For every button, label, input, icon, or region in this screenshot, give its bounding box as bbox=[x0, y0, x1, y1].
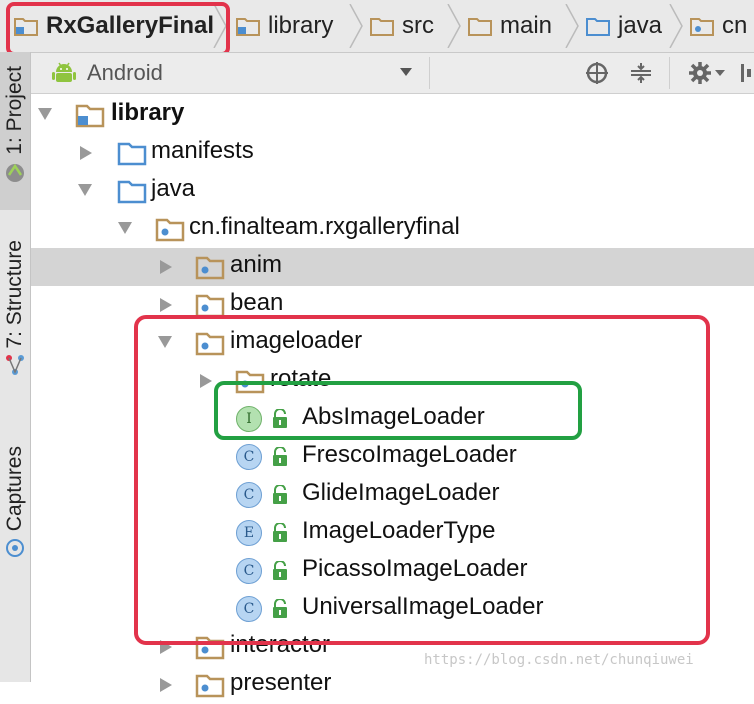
breadcrumb-label: cn bbox=[722, 12, 748, 39]
breadcrumb-separator bbox=[669, 4, 683, 48]
tab-project[interactable]: 1: Project bbox=[0, 52, 30, 210]
tree-item-label: manifests bbox=[151, 137, 254, 164]
tree-item-label: cn.finalteam.rxgalleryfinal bbox=[189, 213, 460, 240]
android-icon bbox=[52, 62, 76, 82]
folder-icon bbox=[370, 18, 394, 36]
breadcrumb-item-java[interactable]: java bbox=[586, 0, 662, 52]
view-selector-label: Android bbox=[87, 60, 163, 85]
view-selector[interactable]: Android bbox=[51, 57, 163, 89]
breadcrumb-separator bbox=[565, 4, 579, 48]
tree-item-anim[interactable]: anim bbox=[31, 248, 754, 286]
folder-icon bbox=[468, 18, 492, 36]
breadcrumb: RxGalleryFinal library src main java cn bbox=[0, 0, 754, 53]
scroll-from-source-icon[interactable] bbox=[585, 61, 609, 85]
tree-item-java[interactable]: java bbox=[31, 172, 754, 210]
captures-icon bbox=[6, 539, 24, 558]
tree-item-label: anim bbox=[230, 251, 283, 278]
chevron-down-icon[interactable] bbox=[399, 67, 413, 77]
tab-structure[interactable]: 7: Structure bbox=[0, 230, 30, 410]
breadcrumb-separator bbox=[349, 4, 363, 48]
source-folder-icon bbox=[117, 180, 147, 204]
tab-label: 1: Project bbox=[3, 66, 26, 155]
tab-label: Captures bbox=[3, 446, 26, 532]
tree-item-label: java bbox=[151, 175, 196, 202]
tree-item-label: library bbox=[111, 99, 185, 126]
breadcrumb-item-library[interactable]: library bbox=[236, 0, 333, 52]
tree-item-library[interactable]: library bbox=[31, 96, 754, 134]
expand-arrow-open-icon[interactable] bbox=[37, 107, 53, 121]
breadcrumb-label: java bbox=[618, 12, 663, 39]
module-folder-icon bbox=[75, 104, 105, 128]
breadcrumb-separator bbox=[447, 4, 461, 48]
source-folder-icon bbox=[586, 18, 610, 36]
header-divider bbox=[669, 57, 670, 89]
breadcrumb-item-main[interactable]: main bbox=[468, 0, 552, 52]
structure-icon bbox=[6, 354, 24, 375]
tab-captures[interactable]: Captures bbox=[0, 436, 30, 596]
collapse-all-icon[interactable] bbox=[629, 61, 653, 85]
expand-arrow-closed-icon[interactable] bbox=[159, 677, 173, 693]
project-view-header: Android bbox=[31, 53, 754, 94]
source-folder-icon bbox=[117, 142, 147, 166]
expand-arrow-open-icon[interactable] bbox=[117, 221, 133, 235]
breadcrumb-label: library bbox=[268, 12, 334, 39]
annotation-box-red bbox=[134, 315, 710, 645]
module-folder-icon bbox=[236, 18, 260, 36]
tree-item-presenter[interactable]: presenter bbox=[31, 666, 754, 704]
hide-icon[interactable] bbox=[739, 62, 753, 84]
breadcrumb-label: src bbox=[402, 12, 434, 39]
header-divider bbox=[429, 57, 430, 89]
tree-item-label: bean bbox=[230, 289, 284, 316]
package-icon bbox=[195, 256, 225, 280]
package-icon bbox=[690, 18, 714, 36]
settings-icon[interactable] bbox=[687, 60, 727, 86]
annotation-box-green bbox=[214, 381, 582, 440]
breadcrumb-item-src[interactable]: src bbox=[370, 0, 434, 52]
tree-item-manifests[interactable]: manifests bbox=[31, 134, 754, 172]
android-icon bbox=[6, 163, 24, 182]
annotation-box-red bbox=[6, 2, 230, 52]
tree-item-package-root[interactable]: cn.finalteam.rxgalleryfinal bbox=[31, 210, 754, 248]
watermark: https://blog.csdn.net/chunqiuwei bbox=[424, 652, 694, 668]
expand-arrow-closed-icon[interactable] bbox=[159, 259, 173, 275]
expand-arrow-closed-icon[interactable] bbox=[159, 297, 173, 313]
package-icon bbox=[155, 218, 185, 242]
breadcrumb-item-cn[interactable]: cn bbox=[690, 0, 747, 52]
breadcrumb-label: main bbox=[500, 12, 553, 39]
expand-arrow-closed-icon[interactable] bbox=[79, 145, 93, 161]
tab-label: 7: Structure bbox=[3, 240, 26, 349]
expand-arrow-open-icon[interactable] bbox=[77, 183, 93, 197]
tool-window-strip: 1: Project 7: Structure Captures bbox=[0, 52, 31, 682]
tree-item-label: presenter bbox=[230, 669, 332, 696]
package-icon bbox=[195, 674, 225, 698]
